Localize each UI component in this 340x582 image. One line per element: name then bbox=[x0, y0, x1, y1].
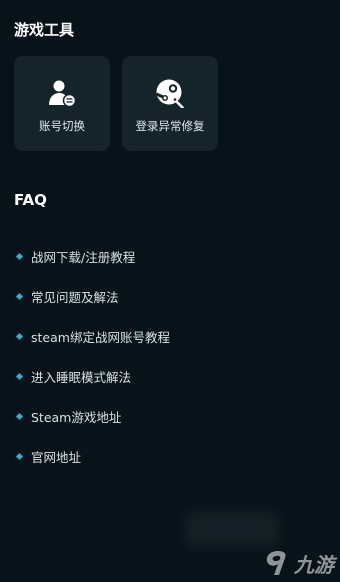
faq-item-battlenet-download[interactable]: 战网下载/注册教程 bbox=[14, 236, 170, 276]
tools-section-title: 游戏工具 bbox=[14, 21, 75, 39]
game-tools-panel: 游戏工具 账号切换 登录异常修复 FAQ 战网下载/注册教程 常见问题及解法 s… bbox=[0, 0, 340, 582]
faq-item-label: Steam游戏地址 bbox=[31, 409, 122, 425]
login-repair-label: 登录异常修复 bbox=[135, 119, 205, 133]
faq-item-sleep-mode[interactable]: 进入睡眠模式解法 bbox=[14, 356, 170, 396]
faq-item-label: 官网地址 bbox=[31, 449, 82, 465]
faq-item-official-site[interactable]: 官网地址 bbox=[14, 436, 170, 476]
diamond-bullet-icon bbox=[15, 372, 24, 380]
diamond-bullet-icon bbox=[15, 332, 24, 340]
login-repair-card[interactable]: 登录异常修复 bbox=[122, 56, 218, 151]
faq-item-label: 战网下载/注册教程 bbox=[31, 249, 136, 265]
faq-item-steam-address[interactable]: Steam游戏地址 bbox=[14, 396, 170, 436]
diamond-bullet-icon bbox=[15, 252, 24, 260]
faq-item-label: 进入睡眠模式解法 bbox=[31, 369, 132, 385]
faq-item-common-issues[interactable]: 常见问题及解法 bbox=[14, 276, 170, 316]
faq-section-title: FAQ bbox=[14, 191, 47, 209]
watermark-text: 九游 bbox=[294, 552, 334, 577]
faq-item-steam-bind[interactable]: steam绑定战网账号教程 bbox=[14, 316, 170, 356]
diamond-bullet-icon bbox=[15, 452, 24, 460]
faq-list: 战网下载/注册教程 常见问题及解法 steam绑定战网账号教程 进入睡眠模式解法… bbox=[14, 236, 170, 476]
diamond-bullet-icon bbox=[15, 412, 24, 420]
user-switch-icon bbox=[49, 80, 77, 108]
blurred-region bbox=[186, 512, 278, 546]
faq-item-label: steam绑定战网账号教程 bbox=[31, 329, 170, 345]
tool-cards: 账号切换 登录异常修复 bbox=[14, 56, 218, 151]
steam-wrench-icon bbox=[155, 79, 184, 108]
account-switch-label: 账号切换 bbox=[39, 119, 85, 133]
diamond-bullet-icon bbox=[15, 292, 24, 300]
account-switch-card[interactable]: 账号切换 bbox=[14, 56, 110, 151]
faq-item-label: 常见问题及解法 bbox=[31, 289, 119, 305]
jiuyou-logo-icon bbox=[266, 551, 286, 575]
watermark: 九游 bbox=[262, 548, 334, 578]
